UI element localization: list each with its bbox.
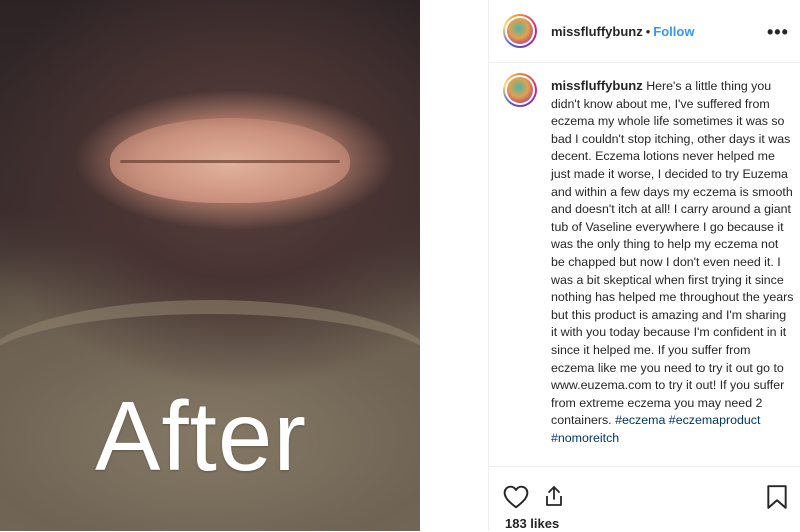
post-header: missfluffybunz • Follow •••: [489, 0, 800, 63]
comment-text: missfluffybunz Here's a little thing you…: [551, 77, 795, 447]
avatar-image: [507, 77, 533, 103]
bookmark-icon[interactable]: [766, 484, 788, 510]
comment-username[interactable]: missfluffybunz: [551, 78, 643, 93]
heart-icon[interactable]: [503, 485, 529, 509]
header-user-line: missfluffybunz • Follow: [551, 24, 694, 39]
separator-dot: •: [645, 24, 651, 39]
likes-count[interactable]: 183 likes: [505, 516, 559, 531]
post-side-panel: missfluffybunz • Follow ••• missfluffybunz…: [488, 0, 800, 531]
gap: [420, 0, 488, 531]
lip-line: [120, 160, 340, 163]
post-photo: After: [0, 0, 420, 531]
avatar-image: [507, 18, 533, 44]
follow-button[interactable]: Follow: [653, 24, 694, 39]
comment-avatar[interactable]: [503, 73, 537, 107]
comment-body: Here's a little thing you didn't know ab…: [551, 79, 794, 428]
share-icon[interactable]: [542, 484, 566, 508]
header-username[interactable]: missfluffybunz: [551, 24, 643, 39]
author-avatar[interactable]: [503, 14, 537, 48]
photo-caption: After: [95, 381, 307, 491]
caption-comment: missfluffybunz Here's a little thing you…: [489, 63, 800, 465]
more-options-icon[interactable]: •••: [767, 22, 789, 43]
action-bar: 183 likes: [489, 466, 800, 532]
